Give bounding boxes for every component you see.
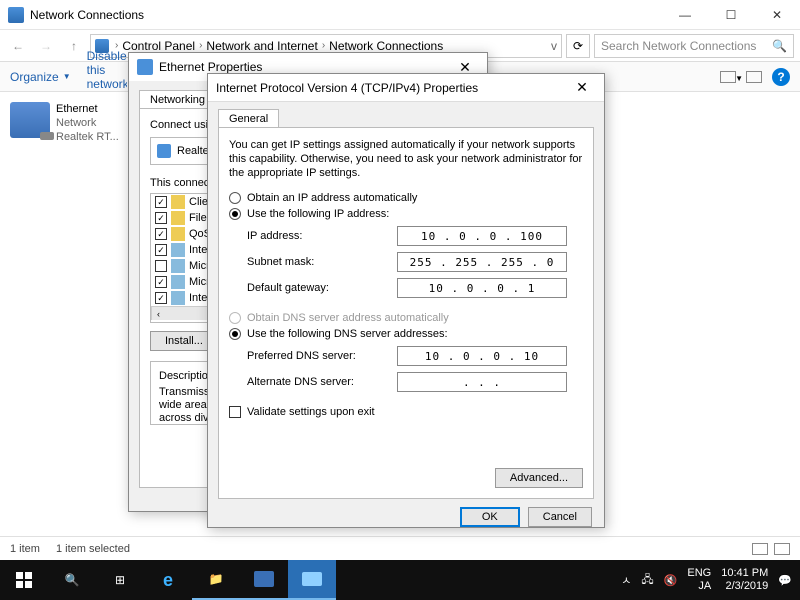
advanced-button[interactable]: Advanced... [495, 468, 583, 488]
minimize-button[interactable]: — [662, 0, 708, 30]
task-view-button[interactable]: ⊞ [96, 560, 144, 600]
radio-icon [229, 208, 241, 220]
volume-tray-icon[interactable]: 🔇 [664, 574, 678, 587]
checkbox[interactable]: ✓ [155, 292, 167, 304]
adapter-name: Ethernet [56, 102, 119, 116]
close-button[interactable]: ✕ [568, 76, 596, 100]
checkbox[interactable]: ✓ [155, 196, 167, 208]
breadcrumb-dropdown[interactable]: v [551, 39, 557, 53]
network-tray-icon[interactable]: 🖧 [641, 571, 653, 590]
breadcrumb-control-panel[interactable]: Control Panel [118, 39, 199, 53]
obtain-ip-auto-radio[interactable]: Obtain an IP address automatically [229, 192, 583, 204]
component-icon [171, 291, 185, 305]
organize-menu[interactable]: Organize ▼ [10, 70, 71, 84]
checkbox-icon [229, 406, 241, 418]
taskbar: 🔍 ⊞ e 📁 ㅅ 🖧 🔇 ENGJA 10:41 PM2/3/2019 💬 [0, 560, 800, 600]
info-text: You can get IP settings assigned automat… [229, 138, 583, 180]
refresh-button[interactable]: ⟳ [566, 34, 590, 58]
component-icon [171, 243, 185, 257]
selection-count: 1 item selected [56, 543, 130, 555]
control-panel-button[interactable] [288, 560, 336, 600]
internet-explorer-button[interactable]: e [144, 560, 192, 600]
start-button[interactable] [0, 560, 48, 600]
radio-icon [229, 192, 241, 204]
adapter-device: Realtek RT... [56, 130, 119, 144]
server-manager-button[interactable] [240, 560, 288, 600]
checkbox[interactable]: ✓ [155, 276, 167, 288]
component-icon [171, 227, 185, 241]
subnet-mask-input[interactable]: 255 . 255 . 255 . 0 [397, 252, 567, 272]
checkbox[interactable]: ✓ [155, 228, 167, 240]
use-following-dns-radio[interactable]: Use the following DNS server addresses: [229, 328, 583, 340]
window-titlebar: Network Connections — ☐ ✕ [0, 0, 800, 30]
network-icon [95, 39, 109, 53]
preferred-dns-label: Preferred DNS server: [247, 350, 397, 362]
file-explorer-button[interactable]: 📁 [192, 560, 240, 600]
checkbox[interactable]: ✓ [155, 244, 167, 256]
cancel-button[interactable]: Cancel [528, 507, 592, 527]
close-button[interactable]: ✕ [754, 0, 800, 30]
adapter-status: Network [56, 116, 119, 130]
tray-overflow-button[interactable]: ㅅ [621, 572, 631, 588]
tab-general[interactable]: General [218, 109, 279, 128]
view-options-button[interactable]: ▼ [720, 71, 736, 83]
search-placeholder: Search Network Connections [601, 39, 772, 53]
search-input[interactable]: Search Network Connections 🔍 [594, 34, 794, 58]
app-icon [8, 7, 24, 23]
component-icon [171, 259, 185, 273]
dialog-title: Ethernet Properties [159, 60, 262, 74]
dialog-title: Internet Protocol Version 4 (TCP/IPv4) P… [216, 81, 478, 95]
search-button[interactable]: 🔍 [48, 560, 96, 600]
chevron-down-icon: ▼ [63, 72, 71, 81]
default-gateway-label: Default gateway: [247, 282, 397, 294]
component-icon [171, 275, 185, 289]
ethernet-icon [137, 59, 153, 75]
dialog-titlebar: Internet Protocol Version 4 (TCP/IPv4) P… [208, 74, 604, 102]
preferred-dns-input[interactable]: 10 . 0 . 0 . 10 [397, 346, 567, 366]
system-tray: ㅅ 🖧 🔇 ENGJA 10:41 PM2/3/2019 💬 [613, 567, 800, 593]
default-gateway-input[interactable]: 10 . 0 . 0 . 1 [397, 278, 567, 298]
tab-networking[interactable]: Networking [139, 90, 216, 109]
ip-address-label: IP address: [247, 230, 397, 242]
ok-button[interactable]: OK [460, 507, 520, 527]
ipv4-properties-dialog: Internet Protocol Version 4 (TCP/IPv4) P… [207, 73, 605, 528]
breadcrumb-network-internet[interactable]: Network and Internet [202, 39, 321, 53]
radio-icon [229, 312, 241, 324]
up-button[interactable]: ↑ [62, 34, 86, 58]
breadcrumb-network-connections[interactable]: Network Connections [325, 39, 447, 53]
window-title: Network Connections [30, 8, 662, 22]
search-icon: 🔍 [772, 39, 787, 53]
alternate-dns-label: Alternate DNS server: [247, 376, 397, 388]
component-icon [171, 195, 185, 209]
forward-button[interactable]: → [34, 34, 58, 58]
subnet-mask-label: Subnet mask: [247, 256, 397, 268]
validate-settings-checkbox[interactable]: Validate settings upon exit [229, 406, 583, 418]
component-icon [171, 211, 185, 225]
action-center-button[interactable]: 💬 [778, 574, 792, 587]
language-indicator[interactable]: ENGJA [687, 567, 711, 593]
obtain-dns-auto-radio: Obtain DNS server address automatically [229, 312, 583, 324]
clock[interactable]: 10:41 PM2/3/2019 [721, 567, 768, 593]
checkbox[interactable] [155, 260, 167, 272]
maximize-button[interactable]: ☐ [708, 0, 754, 30]
nic-icon [157, 144, 171, 158]
ip-address-input[interactable]: 10 . 0 . 0 . 100 [397, 226, 567, 246]
ethernet-icon [10, 102, 50, 138]
alternate-dns-input[interactable]: . . . [397, 372, 567, 392]
large-icons-view-icon[interactable] [774, 543, 790, 555]
radio-icon [229, 328, 241, 340]
item-count: 1 item [10, 543, 40, 555]
details-view-icon[interactable] [752, 543, 768, 555]
help-button[interactable]: ? [772, 68, 790, 86]
status-bar: 1 item 1 item selected [0, 536, 800, 560]
use-following-ip-radio[interactable]: Use the following IP address: [229, 208, 583, 220]
checkbox[interactable]: ✓ [155, 212, 167, 224]
back-button[interactable]: ← [6, 34, 30, 58]
preview-pane-button[interactable] [746, 71, 762, 83]
